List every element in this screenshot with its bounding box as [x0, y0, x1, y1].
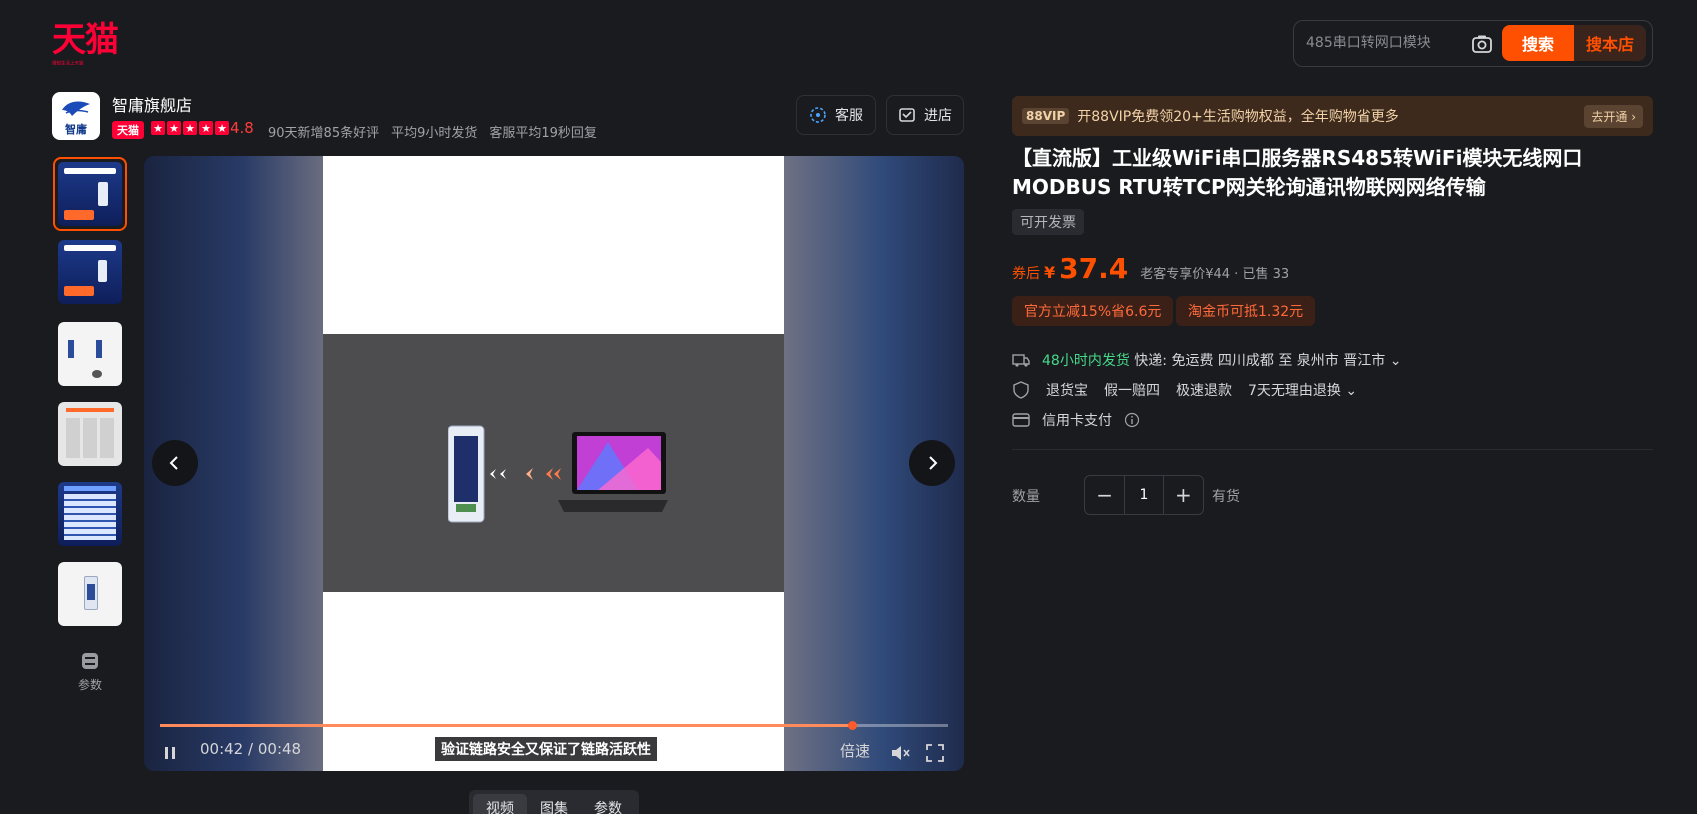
price-value: 37.4	[1059, 252, 1129, 285]
quantity-value[interactable]: 1	[1124, 476, 1164, 514]
star-icon: ★	[199, 121, 213, 135]
quantity-stepper: − 1 +	[1084, 475, 1204, 515]
search-input[interactable]	[1306, 31, 1466, 55]
fullscreen-icon[interactable]	[926, 744, 944, 762]
tmall-badge: 天猫	[112, 121, 144, 139]
pause-icon[interactable]	[164, 746, 176, 760]
payment-text: 信用卡支付	[1042, 413, 1112, 429]
video-time: 00:42 / 00:48	[200, 740, 301, 758]
thumbnail-1[interactable]	[53, 157, 127, 231]
logo-text: 天猫	[52, 20, 119, 60]
chevron-down-icon: ⌄	[1389, 353, 1402, 369]
params-icon	[82, 653, 98, 669]
video-current-time: 00:42	[200, 740, 244, 758]
thumbnail-5[interactable]	[58, 482, 122, 546]
product-video[interactable]: 验证链路安全又保证了链路活跃性 00:42 / 00:48 倍速	[144, 156, 964, 771]
shipping-text: 快递: 免运费 四川成都 至 泉州市 晋江市	[1134, 353, 1386, 369]
coupon-taojinbi[interactable]: 淘金币可抵1.32元	[1176, 296, 1316, 326]
store-logo[interactable]: 智庸	[52, 92, 100, 140]
next-button[interactable]	[909, 440, 955, 486]
quantity-label: 数量	[1012, 489, 1040, 505]
chevron-down-icon: ⌄	[1345, 383, 1358, 399]
tmall-logo[interactable]: 天猫 理想生活上天猫	[52, 20, 119, 67]
increase-button[interactable]: +	[1164, 476, 1203, 514]
vip-banner[interactable]: 88VIP 开88VIP免费领20+生活购物权益，全年购物省更多 去开通 ›	[1012, 96, 1653, 136]
params-link[interactable]: 参数	[60, 652, 120, 693]
rating-stars: ★ ★ ★ ★ ★	[151, 121, 229, 139]
chevron-right-icon	[929, 456, 938, 470]
speed-button[interactable]: 倍速	[840, 740, 870, 761]
guarantee-fake: 假一赔四	[1104, 383, 1160, 399]
video-scene: 验证链路安全又保证了链路活跃性	[323, 334, 784, 761]
shield-icon	[1013, 381, 1029, 399]
store-name[interactable]: 智庸旗舰店	[112, 92, 192, 116]
star-icon: ★	[167, 121, 181, 135]
store-stats: 90天新增85条好评 平均9小时发货 客服平均19秒回复	[268, 122, 597, 141]
price-row: 券后 ¥ 37.4 老客专享价¥44 · 已售 33	[1012, 252, 1289, 285]
stat-reviews: 90天新增85条好评	[268, 126, 380, 141]
vip-text: 开88VIP免费领20+生活购物权益，全年购物省更多	[1077, 109, 1399, 125]
truck-icon	[1012, 354, 1030, 367]
params-label: 参数	[77, 678, 102, 692]
credit-card-icon	[1012, 413, 1030, 427]
price-info: 老客专享价¥44 · 已售 33	[1140, 267, 1290, 282]
price-prefix: 券后	[1012, 266, 1040, 282]
customer-service-button[interactable]: 客服	[796, 95, 876, 135]
tab-params[interactable]: 参数	[581, 794, 635, 814]
video-progress-bar[interactable]	[160, 721, 948, 730]
thumbnail-2[interactable]	[58, 240, 122, 304]
stat-shipping: 平均9小时发货	[391, 126, 478, 141]
guarantee-7day: 7天无理由退换	[1248, 383, 1341, 399]
stock-status: 有货	[1212, 489, 1240, 505]
thumbnail-3[interactable]	[58, 322, 122, 386]
headset-icon	[810, 107, 826, 123]
guarantee-return: 退货宝	[1046, 383, 1088, 399]
store-logo-text: 智庸	[65, 123, 87, 136]
coupon-discount[interactable]: 官方立减15%省6.6元	[1012, 296, 1174, 326]
info-icon[interactable]	[1124, 412, 1140, 428]
decrease-button[interactable]: −	[1085, 476, 1124, 514]
chevron-left-icon	[169, 456, 178, 470]
divider	[1012, 449, 1653, 450]
search-store-button[interactable]: 搜本店	[1574, 25, 1646, 61]
camera-icon[interactable]	[1470, 32, 1494, 56]
tab-gallery[interactable]: 图集	[527, 794, 581, 814]
payment-row[interactable]: 信用卡支付	[1012, 410, 1140, 430]
stat-reply: 客服平均19秒回复	[489, 126, 597, 141]
search-bar: 搜索 搜本店	[1293, 20, 1653, 67]
enter-store-button[interactable]: 进店	[886, 95, 964, 135]
invoice-badge: 可开发票	[1012, 209, 1084, 235]
prev-button[interactable]	[152, 440, 198, 486]
vip-badge: 88VIP	[1022, 108, 1070, 124]
price-currency: ¥	[1044, 263, 1056, 282]
video-time-separator: /	[248, 740, 254, 758]
bird-logo-icon	[62, 101, 90, 116]
vip-open-button[interactable]: 去开通 ›	[1584, 104, 1643, 128]
store-icon	[899, 108, 915, 122]
thumbnail-6[interactable]	[58, 562, 122, 626]
video-progress-fill	[160, 724, 852, 727]
video-progress-knob[interactable]	[847, 721, 857, 730]
video-frame: 验证链路安全又保证了链路活跃性	[323, 156, 784, 771]
store-rating: 4.8	[230, 119, 254, 137]
thumbnail-4[interactable]	[58, 402, 122, 466]
shipping-row[interactable]: 48小时内发货 快递: 免运费 四川成都 至 泉州市 晋江市 ⌄	[1012, 350, 1401, 370]
tab-video[interactable]: 视频	[473, 794, 527, 814]
guarantee-refund: 极速退款	[1176, 383, 1232, 399]
product-title: 【直流版】工业级WiFi串口服务器RS485转WiFi模块无线网口MODBUS …	[1012, 146, 1583, 199]
customer-service-label: 客服	[835, 108, 863, 124]
media-tabs: 视频 图集 参数	[469, 790, 639, 814]
video-duration: 00:48	[257, 740, 302, 758]
star-icon: ★	[215, 121, 229, 135]
guarantee-row[interactable]: 退货宝 假一赔四 极速退款 7天无理由退换 ⌄	[1012, 380, 1357, 400]
star-icon: ★	[183, 121, 197, 135]
star-icon: ★	[151, 121, 165, 135]
logo-slogan: 理想生活上天猫	[52, 60, 84, 67]
device-to-laptop-illustration	[448, 425, 668, 523]
search-button[interactable]: 搜索	[1502, 25, 1574, 61]
video-caption: 验证链路安全又保证了链路活跃性	[435, 737, 657, 761]
enter-store-label: 进店	[924, 108, 952, 124]
mute-icon[interactable]	[890, 744, 910, 762]
shipping-highlight: 48小时内发货	[1042, 353, 1130, 369]
